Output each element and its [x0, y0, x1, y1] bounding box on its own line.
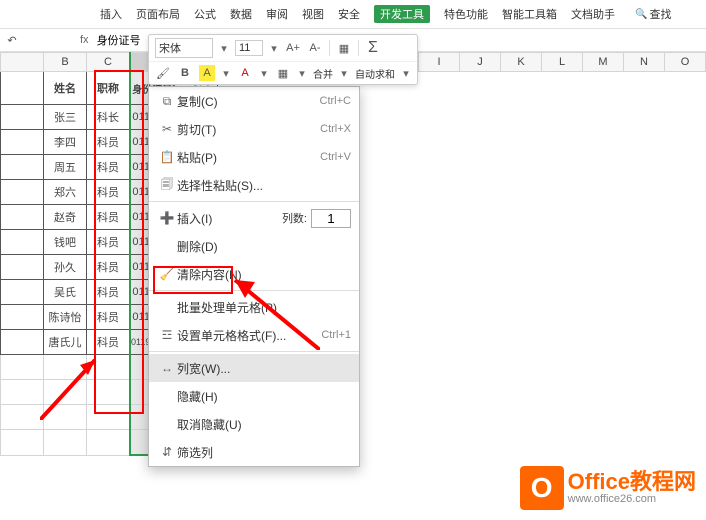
cell[interactable]: 科员 — [87, 280, 131, 305]
cell[interactable]: 张三 — [44, 105, 87, 130]
menu-paste-special[interactable]: 🗐选择性粘贴(S)... — [149, 171, 359, 199]
menu-cut[interactable]: ✂剪切(T)Ctrl+X — [149, 115, 359, 143]
hdr-title: 职称 — [87, 72, 131, 105]
autosum-label[interactable]: 自动求和 — [355, 66, 395, 81]
menu-batch[interactable]: 批量处理单元格(P) — [149, 293, 359, 321]
cell[interactable]: 钱吧 — [44, 230, 87, 255]
menu-delete[interactable]: 删除(D) — [149, 232, 359, 260]
paste-special-icon: 🗐 — [157, 175, 177, 196]
highlight-icon[interactable]: A — [199, 65, 215, 81]
col-J[interactable]: J — [460, 53, 501, 72]
cell[interactable]: 科员 — [87, 205, 131, 230]
format-painter-icon[interactable]: 🖌 — [155, 65, 171, 81]
col-B[interactable]: B — [44, 53, 87, 72]
col-M[interactable]: M — [583, 53, 624, 72]
menu-paste[interactable]: 📋粘贴(P)Ctrl+V — [149, 143, 359, 171]
menu-hide[interactable]: 隐藏(H) — [149, 382, 359, 410]
watermark: O Office教程网 www.office26.com — [520, 466, 696, 510]
tab-smart[interactable]: 智能工具箱 — [502, 6, 557, 22]
decrease-font-icon[interactable]: A- — [307, 40, 323, 56]
autosum-icon[interactable]: Σ — [365, 40, 381, 56]
paste-icon: 📋 — [157, 150, 177, 164]
bold-icon[interactable]: B — [177, 65, 193, 81]
cell[interactable]: 赵奇 — [44, 205, 87, 230]
undo-icon[interactable]: ↶ — [4, 32, 20, 48]
tab-dochelper[interactable]: 文档助手 — [571, 6, 615, 22]
menu-filter-col[interactable]: ⇵筛选列 — [149, 438, 359, 466]
tab-insert[interactable]: 插入 — [100, 6, 122, 22]
insert-icon: ➕ — [157, 211, 177, 225]
col-O[interactable]: O — [665, 53, 706, 72]
font-size-select[interactable]: 11 — [235, 40, 263, 56]
colwidth-icon: ↔ — [157, 361, 177, 375]
font-color-icon[interactable]: A — [237, 65, 253, 81]
watermark-logo-icon: O — [520, 466, 564, 510]
filter-icon: ⇵ — [157, 445, 177, 459]
col-I[interactable]: I — [419, 53, 460, 72]
clear-icon: 🧹 — [157, 267, 177, 281]
search-box[interactable]: 查找 — [635, 6, 671, 22]
mini-toolbar: 宋体▾ 11▾ A+ A- ▦ Σ 🖌 B A▾ A▾ ▦▾ 合并▾ 自动求和▾ — [148, 34, 418, 85]
tab-developer[interactable]: 开发工具 — [374, 5, 430, 23]
fx-label[interactable]: fx — [80, 34, 89, 46]
col-L[interactable]: L — [542, 53, 583, 72]
font-size-dd-icon[interactable]: ▾ — [269, 42, 279, 55]
menu-insert[interactable]: ➕插入(I)列数: — [149, 204, 359, 232]
font-family-dd-icon[interactable]: ▾ — [219, 42, 229, 55]
copy-icon: ⧉ — [157, 94, 177, 109]
cell[interactable]: 科员 — [87, 230, 131, 255]
cut-icon: ✂ — [157, 122, 177, 136]
col-K[interactable]: K — [501, 53, 542, 72]
merge-icon[interactable]: ▦ — [336, 40, 352, 56]
cell[interactable]: 唐氏儿 — [44, 330, 87, 355]
cell[interactable]: 科员 — [87, 155, 131, 180]
col-C[interactable]: C — [87, 53, 131, 72]
cell[interactable]: 李四 — [44, 130, 87, 155]
tab-layout[interactable]: 页面布局 — [136, 6, 180, 22]
watermark-url: www.office26.com — [568, 493, 696, 505]
format-icon: ☲ — [157, 328, 177, 342]
cell[interactable]: 科员 — [87, 330, 131, 355]
increase-font-icon[interactable]: A+ — [285, 40, 301, 56]
tab-security[interactable]: 安全 — [338, 6, 360, 22]
menu-unhide[interactable]: 取消隐藏(U) — [149, 410, 359, 438]
menu-copy[interactable]: ⧉复制(C)Ctrl+C — [149, 87, 359, 115]
cell[interactable]: 郑六 — [44, 180, 87, 205]
cell[interactable]: 科员 — [87, 130, 131, 155]
insert-col-count[interactable] — [311, 209, 351, 228]
tab-review[interactable]: 审阅 — [266, 6, 288, 22]
tab-formula[interactable]: 公式 — [194, 6, 216, 22]
border-icon[interactable]: ▦ — [275, 65, 291, 81]
cell[interactable]: 科员 — [87, 255, 131, 280]
cell[interactable]: 吴氏 — [44, 280, 87, 305]
context-menu: ⧉复制(C)Ctrl+C ✂剪切(T)Ctrl+X 📋粘贴(P)Ctrl+V 🗐… — [148, 86, 360, 467]
col-N[interactable]: N — [624, 53, 665, 72]
hdr-name: 姓名 — [44, 72, 87, 105]
tab-view[interactable]: 视图 — [302, 6, 324, 22]
menu-clear[interactable]: 🧹清除内容(N) — [149, 260, 359, 288]
tab-data[interactable]: 数据 — [230, 6, 252, 22]
cell[interactable]: 科员 — [87, 305, 131, 330]
menu-format-cells[interactable]: ☲设置单元格格式(F)...Ctrl+1 — [149, 321, 359, 349]
watermark-title: Office教程网 — [568, 471, 696, 493]
merge-label[interactable]: 合并 — [313, 66, 333, 81]
ribbon-tabs: 插入 页面布局 公式 数据 审阅 视图 安全 开发工具 特色功能 智能工具箱 文… — [0, 0, 706, 29]
cell[interactable]: 孙久 — [44, 255, 87, 280]
tab-feature[interactable]: 特色功能 — [444, 6, 488, 22]
font-family-select[interactable]: 宋体 — [155, 38, 213, 58]
cell[interactable]: 科员 — [87, 180, 131, 205]
cell[interactable]: 周五 — [44, 155, 87, 180]
menu-column-width[interactable]: ↔列宽(W)... — [149, 354, 359, 382]
cell[interactable]: 科长 — [87, 105, 131, 130]
cell[interactable]: 陈诗怡 — [44, 305, 87, 330]
